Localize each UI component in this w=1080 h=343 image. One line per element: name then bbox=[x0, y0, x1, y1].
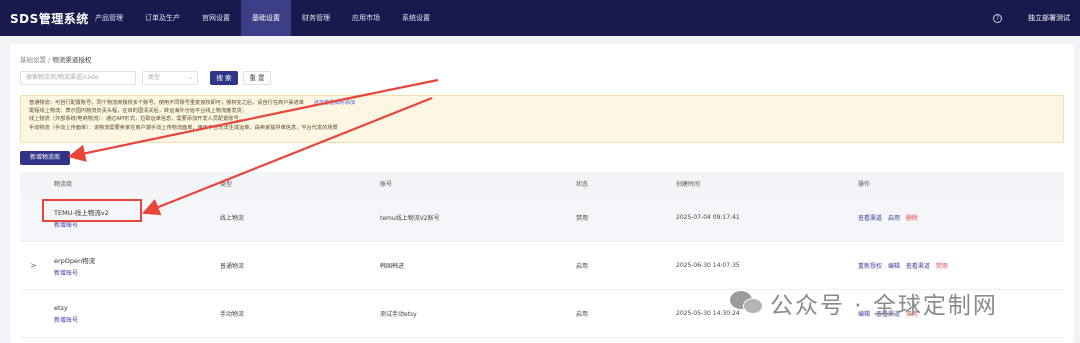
header-account: 账号 bbox=[380, 180, 393, 188]
reauthorize-link[interactable]: 重新授权 bbox=[858, 263, 882, 270]
search-input[interactable]: 搜索物流商/物流渠道/code bbox=[20, 71, 136, 85]
help-icon[interactable]: ? bbox=[993, 13, 1002, 23]
table-row: TEMU-线上物流v2 新增账号 线上物流 temu线上物流V2账号 禁用 20… bbox=[20, 194, 1064, 242]
header-actions: 操作 bbox=[858, 180, 871, 188]
breadcrumb-parent[interactable]: 基础设置 bbox=[20, 56, 46, 64]
type-select[interactable]: 类型 ⌄ bbox=[142, 71, 198, 85]
nav-item-products[interactable]: 产品管理 bbox=[84, 0, 134, 36]
header-created: 创建时间 bbox=[676, 180, 701, 188]
type-cell: 普通物流 bbox=[220, 263, 245, 270]
watermark-text: 公众号 · 全球定制网 bbox=[770, 293, 998, 319]
account-cell: 韩国韩进 bbox=[380, 263, 405, 270]
disable-link[interactable]: 禁用 bbox=[936, 263, 948, 270]
provider-name: etsy bbox=[54, 303, 68, 312]
search-button[interactable]: 搜 索 bbox=[210, 71, 238, 85]
delete-link[interactable]: 删除 bbox=[906, 215, 918, 222]
nav-item-orders[interactable]: 订单及生产 bbox=[134, 0, 191, 36]
top-navbar: SDS管理系统 产品管理 订单及生产 官网设置 基础设置 财务管理 应用市场 系… bbox=[0, 0, 1080, 36]
provider-name: erpOpen物流 bbox=[54, 256, 96, 265]
wechat-icon bbox=[730, 289, 764, 317]
notice-box: 普通物流：可自行配置账号，同个物流商授权多个账号，使用不同账号重复授权即可；授权… bbox=[20, 95, 1064, 143]
row-expand-chevron-icon[interactable]: > bbox=[20, 261, 54, 270]
breadcrumb-separator: / bbox=[48, 56, 51, 64]
header-provider: 物流商 bbox=[54, 180, 73, 188]
header-status: 状态 bbox=[576, 180, 589, 188]
table-header: 物流商 类型 账号 状态 创建时间 操作 bbox=[20, 172, 1064, 194]
main-nav: 产品管理 订单及生产 官网设置 基础设置 财务管理 应用市场 系统设置 bbox=[84, 0, 441, 36]
status-cell: 启用 bbox=[576, 263, 589, 270]
provider-cell: erpOpen物流 新增账号 bbox=[54, 255, 220, 277]
view-channels-link[interactable]: 查看渠道 bbox=[858, 215, 882, 222]
reset-button[interactable]: 重 置 bbox=[243, 71, 271, 85]
watermark: 公众号 · 全球定制网 bbox=[730, 286, 998, 320]
status-cell: 禁用 bbox=[576, 215, 589, 222]
enable-link[interactable]: 启用 bbox=[888, 215, 900, 222]
user-name[interactable]: 独立部署测试 bbox=[1028, 13, 1070, 23]
table-row: > erpOpen物流 新增账号 普通物流 韩国韩进 启用 2025-06-30… bbox=[20, 242, 1064, 290]
account-cell: 测试手动etsy bbox=[380, 311, 417, 318]
account-cell: temu线上物流V2账号 bbox=[380, 215, 440, 222]
notice-line: 手动物流（手动上传面单）：该物流需要卖家在商户端手动上传物流面单，用于平台无法生… bbox=[29, 124, 338, 131]
edit-link[interactable]: 编辑 bbox=[888, 263, 900, 270]
chevron-down-icon: ⌄ bbox=[187, 74, 193, 81]
header-type: 类型 bbox=[220, 180, 233, 188]
actions-cell: 重新授权 编辑 查看渠道 禁用 bbox=[858, 261, 1064, 270]
nav-item-app-market[interactable]: 应用市场 bbox=[341, 0, 391, 36]
nav-item-basic-settings[interactable]: 基础设置 bbox=[241, 0, 291, 36]
created-cell: 2025-07-04 09:17:41 bbox=[676, 214, 740, 221]
annotation-highlight-box bbox=[42, 199, 142, 222]
top-right-area: ? 独立部署测试 bbox=[993, 0, 1070, 36]
filter-bar: 搜索物流商/物流渠道/code 类型 ⌄ 搜 索 重 置 bbox=[20, 71, 271, 85]
add-logistics-button[interactable]: 新增物流商 bbox=[20, 151, 70, 165]
notice-line: 普通物流：可自行配置账号，同个物流商授权多个账号，使用不同账号重复授权即可；授权… bbox=[29, 99, 1055, 107]
nav-item-system-settings[interactable]: 系统设置 bbox=[391, 0, 441, 36]
nav-item-website[interactable]: 官网设置 bbox=[191, 0, 241, 36]
view-channels-link[interactable]: 查看渠道 bbox=[906, 263, 930, 270]
app-logo[interactable]: SDS管理系统 bbox=[10, 10, 88, 27]
nav-item-finance[interactable]: 财务管理 bbox=[291, 0, 341, 36]
actions-cell: 查看渠道 启用 删除 bbox=[858, 213, 1064, 222]
type-select-placeholder: 类型 bbox=[148, 74, 161, 81]
type-cell: 线上物流 bbox=[220, 215, 245, 222]
type-cell: 手动物流 bbox=[220, 311, 245, 318]
notice-line: 线上物流（外部系统/电商物流）：通过API形式，拉取运单信息，需要添加开发人员配… bbox=[29, 116, 244, 123]
breadcrumb-current: 物流渠道授权 bbox=[52, 56, 92, 64]
notice-line: 尾程线上物流：表示国内物流负责头程，在目的国清关后，转运海外仓给平台线上物流度发… bbox=[29, 108, 247, 115]
add-account-link[interactable]: 新增账号 bbox=[54, 315, 220, 324]
provider-cell: etsy 新增账号 bbox=[54, 304, 220, 324]
created-cell: 2025-06-30 14:07:35 bbox=[676, 262, 740, 269]
add-account-link[interactable]: 新增账号 bbox=[54, 268, 220, 277]
notice-text: 普通物流：可自行配置账号，同个物流商授权多个账号，使用不同账号重复授权即可；授权… bbox=[29, 100, 304, 106]
breadcrumb: 基础设置 / 物流渠道授权 bbox=[20, 54, 91, 64]
notice-help-link[interactable]: 点击查看如何添加 bbox=[314, 100, 356, 106]
status-cell: 启用 bbox=[576, 311, 589, 318]
